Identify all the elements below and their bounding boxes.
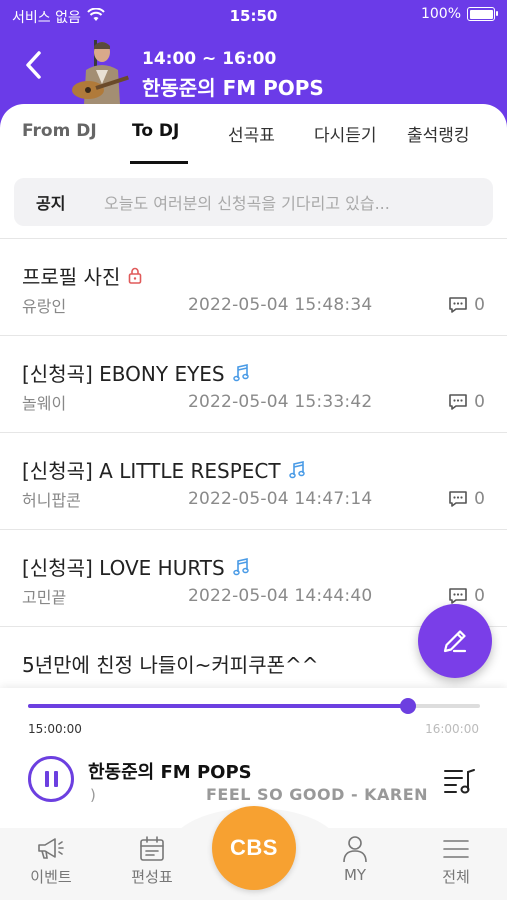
post-title: [신청곡] A LITTLE RESPECT bbox=[22, 459, 281, 483]
notice-bar[interactable]: 공지 오늘도 여러분의 신청곡을 기다리고 있습... bbox=[14, 178, 493, 226]
nav-label: 편성표 bbox=[131, 868, 173, 886]
active-tab-indicator bbox=[130, 161, 188, 164]
nav-schedule[interactable]: 편성표 bbox=[112, 834, 192, 887]
user-icon bbox=[343, 836, 367, 863]
tab-to-dj[interactable]: To DJ bbox=[132, 121, 179, 141]
dj-photo bbox=[66, 36, 134, 104]
music-note-icon bbox=[232, 557, 249, 575]
calendar-icon bbox=[140, 836, 164, 861]
progress-start-time: 15:00:00 bbox=[28, 722, 82, 736]
pause-icon bbox=[44, 771, 49, 787]
list-item[interactable]: [신청곡] A LITTLE RESPECT 허니팝콘 2022-05-04 1… bbox=[0, 433, 507, 530]
battery-icon bbox=[467, 7, 498, 21]
post-author: 고민끝 bbox=[22, 588, 67, 607]
music-note-icon bbox=[232, 363, 249, 381]
progress-slider[interactable] bbox=[28, 698, 480, 714]
comment-count: 0 bbox=[448, 489, 485, 509]
list-item[interactable]: 프로필 사진 유랑인 2022-05-04 15:48:34 0 bbox=[0, 239, 507, 336]
battery-percent: 100% bbox=[420, 6, 461, 22]
cbs-home-button[interactable]: CBS bbox=[212, 806, 296, 890]
pencil-icon bbox=[443, 630, 467, 653]
nav-label: 전체 bbox=[442, 868, 470, 886]
list-item[interactable]: [신청곡] EBONY EYES 놀웨이 2022-05-04 15:33:42… bbox=[0, 336, 507, 433]
megaphone-icon bbox=[38, 838, 64, 859]
comment-icon bbox=[449, 297, 467, 313]
post-date: 2022-05-04 15:33:42 bbox=[188, 392, 373, 412]
comment-icon bbox=[449, 394, 467, 410]
player-paren: ) bbox=[90, 786, 96, 804]
post-author: 유랑인 bbox=[22, 297, 67, 316]
progress-knob[interactable] bbox=[399, 698, 416, 714]
playlist-button[interactable] bbox=[442, 766, 476, 796]
nav-events[interactable]: 이벤트 bbox=[11, 834, 91, 887]
post-title: 5년만에 친정 나들이~커피쿠폰^^ bbox=[22, 653, 319, 677]
post-title: [신청곡] EBONY EYES bbox=[22, 362, 225, 386]
progress-end-time: 16:00:00 bbox=[425, 722, 479, 736]
comment-icon bbox=[449, 491, 467, 507]
tab-bar: From DJ To DJ 선곡표 다시듣기 출석랭킹 bbox=[0, 104, 507, 164]
comment-count-value: 0 bbox=[474, 489, 485, 509]
notice-text: 오늘도 여러분의 신청곡을 기다리고 있습... bbox=[104, 194, 390, 213]
tab-playlist[interactable]: 선곡표 bbox=[228, 121, 275, 146]
comment-count: 0 bbox=[448, 295, 485, 315]
post-author: 허니팝콘 bbox=[22, 491, 81, 510]
player-now-playing: FEEL SO GOOD - KAREN bbox=[206, 785, 429, 804]
music-note-icon bbox=[288, 460, 305, 478]
comment-count-value: 0 bbox=[474, 295, 485, 315]
player-program-title: 한동준의 FM POPS bbox=[88, 762, 252, 783]
write-post-button[interactable] bbox=[418, 604, 492, 678]
post-date: 2022-05-04 14:44:40 bbox=[188, 586, 373, 606]
post-date: 2022-05-04 15:48:34 bbox=[188, 295, 373, 315]
comment-count: 0 bbox=[448, 392, 485, 412]
comment-count-value: 0 bbox=[474, 392, 485, 412]
nav-label: 이벤트 bbox=[30, 868, 72, 886]
progress-fill bbox=[28, 704, 408, 708]
post-date: 2022-05-04 14:47:14 bbox=[188, 489, 373, 509]
post-title: [신청곡] LOVE HURTS bbox=[22, 556, 225, 580]
menu-icon bbox=[443, 840, 469, 858]
tab-replay[interactable]: 다시듣기 bbox=[314, 121, 377, 146]
status-bar: 서비스 없음 15:50 100% bbox=[0, 0, 507, 32]
nav-all-menu[interactable]: 전체 bbox=[416, 834, 496, 887]
notice-label: 공지 bbox=[36, 194, 66, 213]
comment-count-value: 0 bbox=[474, 586, 485, 606]
comment-count: 0 bbox=[448, 586, 485, 606]
nav-my[interactable]: MY bbox=[315, 834, 395, 884]
cbs-logo: CBS bbox=[230, 835, 278, 860]
post-author: 놀웨이 bbox=[22, 394, 67, 413]
chevron-left-icon bbox=[26, 51, 41, 79]
post-title: 프로필 사진 bbox=[22, 265, 121, 289]
program-time-range: 14:00 ~ 16:00 bbox=[142, 49, 277, 69]
lock-icon bbox=[129, 267, 142, 284]
tab-from-dj[interactable]: From DJ bbox=[22, 121, 97, 141]
tab-attendance-ranking[interactable]: 출석랭킹 bbox=[407, 121, 470, 146]
back-button[interactable] bbox=[18, 48, 48, 82]
nav-label: MY bbox=[343, 866, 367, 884]
program-title: 한동준의 FM POPS bbox=[142, 76, 324, 100]
comment-icon bbox=[449, 588, 467, 604]
playlist-icon bbox=[444, 769, 475, 794]
pause-button[interactable] bbox=[28, 756, 74, 802]
